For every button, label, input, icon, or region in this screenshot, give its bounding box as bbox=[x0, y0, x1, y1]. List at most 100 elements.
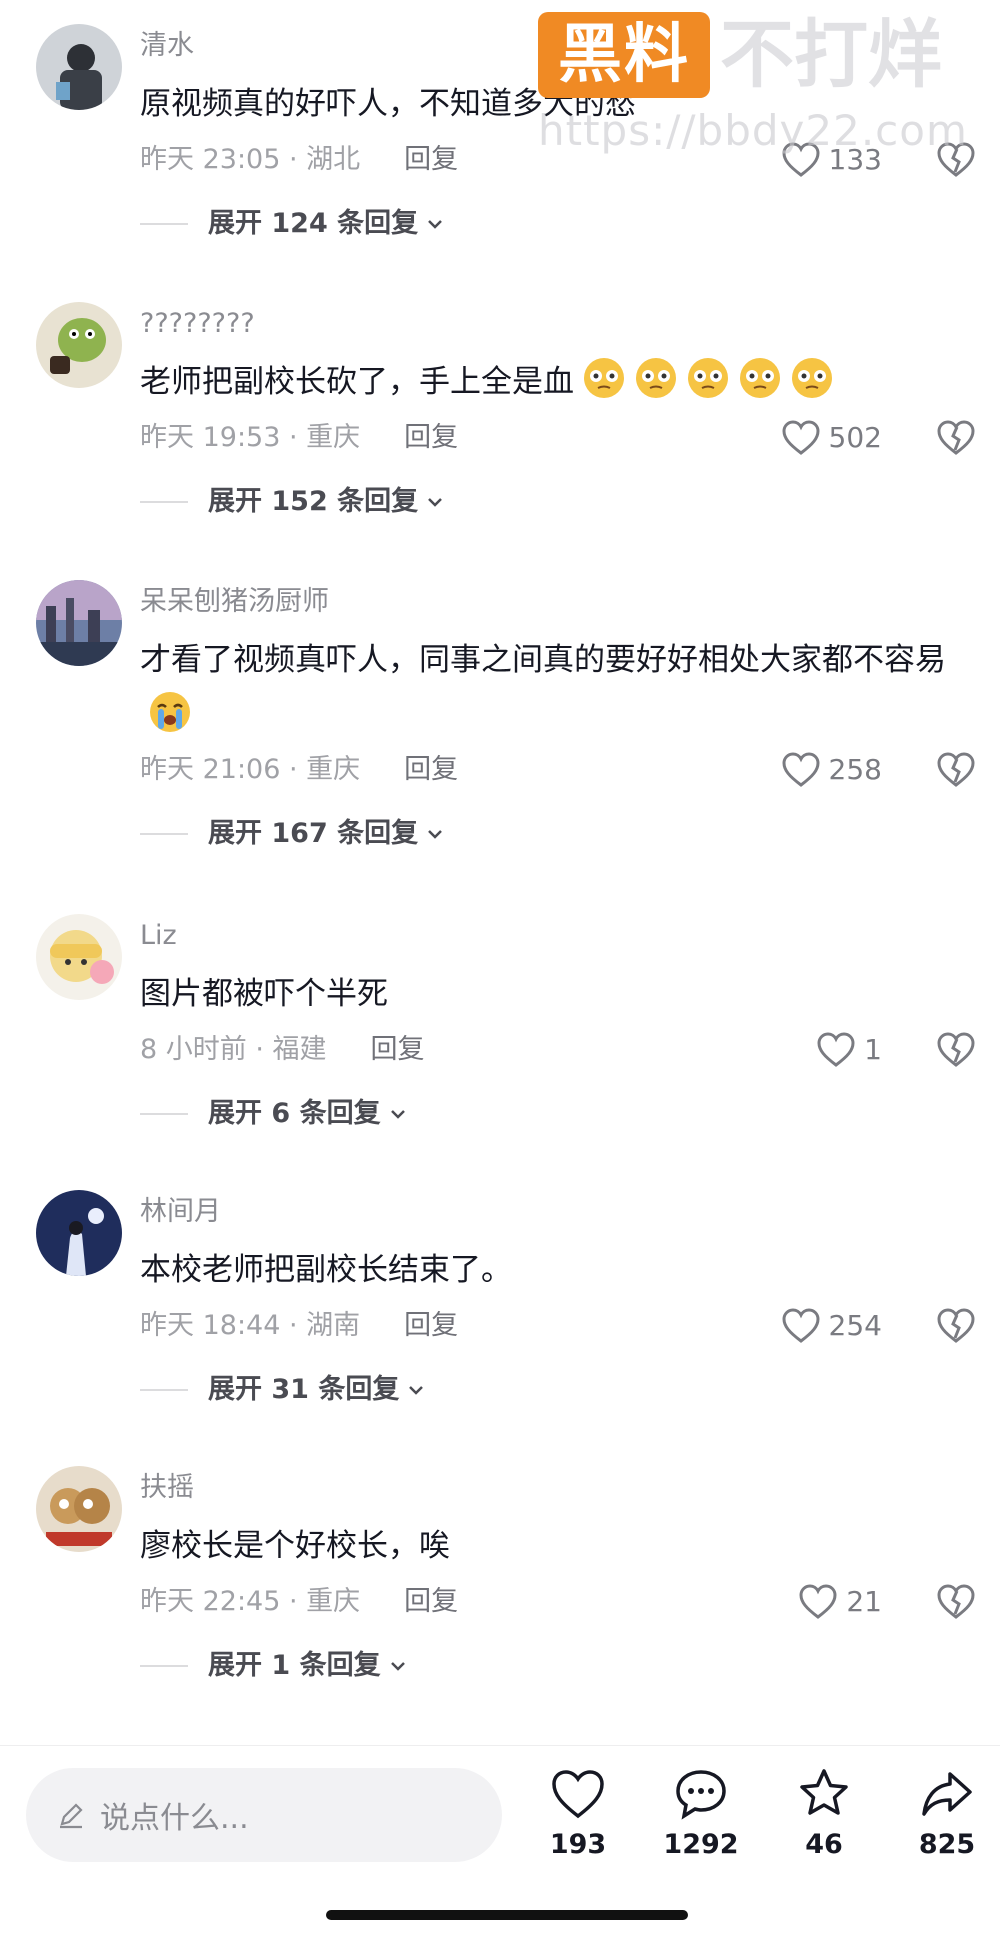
comment-author[interactable]: 呆呆刨猪汤厨师 bbox=[140, 584, 329, 620]
chevron-down-icon bbox=[390, 1110, 405, 1119]
expand-replies[interactable]: 展开 124 条回复 bbox=[140, 204, 446, 244]
like-count: 502 bbox=[828, 421, 882, 454]
watermark-url: https://bbdy22.com bbox=[538, 106, 968, 155]
like-button[interactable]: 254 bbox=[781, 1306, 882, 1346]
expand-replies[interactable]: 展开 6 条回复 bbox=[140, 1094, 409, 1134]
expand-replies[interactable]: 展开 167 条回复 bbox=[140, 814, 446, 854]
reply-button[interactable]: 回复 bbox=[404, 754, 458, 785]
flushed-face-icon bbox=[740, 358, 780, 398]
chevron-down-icon bbox=[428, 498, 443, 507]
divider-line bbox=[140, 501, 188, 503]
expand-replies[interactable]: 展开 1 条回复 bbox=[140, 1646, 409, 1686]
divider-line bbox=[140, 833, 188, 835]
comment-input[interactable]: 说点什么... bbox=[26, 1768, 502, 1862]
comment-meta: 昨天 23:05 · 湖北 回复 bbox=[140, 140, 458, 180]
reply-button[interactable]: 回复 bbox=[371, 1034, 425, 1065]
video-like-count: 193 bbox=[549, 1829, 607, 1860]
broken-heart-icon[interactable] bbox=[936, 1582, 976, 1622]
avatar[interactable] bbox=[36, 302, 122, 388]
comment-time: 昨天 23:05 · 湖北 bbox=[140, 144, 361, 175]
like-button[interactable]: 502 bbox=[781, 418, 882, 458]
comment-text: 图片都被吓个半死 bbox=[140, 976, 388, 1012]
comment-item: Liz 图片都被吓个半死 8 小时前 · 福建 回复 1 展开 6 条回复 bbox=[0, 914, 1000, 1144]
divider-line bbox=[140, 1389, 188, 1391]
heart-icon bbox=[782, 752, 820, 787]
video-like-button[interactable]: 193 bbox=[528, 1766, 628, 1862]
expand-replies[interactable]: 展开 31 条回复 bbox=[140, 1370, 427, 1410]
comment-item: 呆呆刨猪汤厨师 才看了视频真吓人，同事之间真的要好好相处大家都不容易 昨天 21… bbox=[0, 580, 1000, 870]
favorite-button[interactable]: 46 bbox=[774, 1766, 874, 1862]
broken-heart-icon[interactable] bbox=[936, 750, 976, 790]
comment-bubble-icon bbox=[676, 1770, 726, 1820]
comment-text: 老师把副校长砍了，手上全是血 bbox=[140, 354, 960, 410]
comment-author[interactable]: Liz bbox=[140, 918, 177, 954]
favorite-count: 46 bbox=[805, 1829, 843, 1860]
share-button[interactable]: 825 bbox=[897, 1766, 997, 1862]
home-indicator[interactable] bbox=[326, 1910, 688, 1920]
divider-line bbox=[140, 1113, 188, 1115]
comment-time: 昨天 19:53 · 重庆 bbox=[140, 422, 361, 453]
like-count: 258 bbox=[828, 753, 882, 786]
comment-author[interactable]: 林间月 bbox=[140, 1194, 221, 1230]
comments-count: 1292 bbox=[663, 1829, 739, 1860]
avatar[interactable] bbox=[36, 24, 122, 110]
comment-author[interactable]: ???????? bbox=[140, 306, 255, 342]
heart-icon bbox=[782, 1308, 820, 1343]
pencil-icon bbox=[60, 1803, 83, 1829]
broken-heart-icon[interactable] bbox=[936, 1306, 976, 1346]
like-button[interactable]: 1 bbox=[816, 1030, 882, 1070]
comment-meta: 昨天 19:53 · 重庆 回复 bbox=[140, 418, 458, 458]
star-icon bbox=[800, 1769, 848, 1815]
share-arrow-icon bbox=[922, 1772, 972, 1816]
avatar[interactable] bbox=[36, 580, 122, 666]
like-count: 254 bbox=[828, 1309, 882, 1342]
avatar[interactable] bbox=[36, 914, 122, 1000]
reply-button[interactable]: 回复 bbox=[404, 1586, 458, 1617]
like-button[interactable]: 258 bbox=[781, 750, 882, 790]
comment-text-content: 才看了视频真吓人，同事之间真的要好好相处大家都不容易 bbox=[140, 642, 946, 678]
emoji-group bbox=[582, 358, 842, 400]
divider-line bbox=[140, 223, 188, 225]
watermark-text: 不打烊 bbox=[720, 12, 942, 98]
comment-item: ???????? 老师把副校长砍了，手上全是血 昨天 19:53 · 重庆 回复 … bbox=[0, 302, 1000, 532]
comment-time: 8 小时前 · 福建 bbox=[140, 1034, 327, 1065]
heart-icon bbox=[782, 420, 820, 455]
reply-button[interactable]: 回复 bbox=[404, 422, 458, 453]
flushed-face-icon bbox=[584, 358, 624, 398]
comment-meta: 昨天 18:44 · 湖南 回复 bbox=[140, 1306, 458, 1346]
comment-text: 才看了视频真吓人，同事之间真的要好好相处大家都不容易 bbox=[140, 632, 960, 744]
comment-meta: 8 小时前 · 福建 回复 bbox=[140, 1030, 425, 1070]
expand-label: 展开 124 条回复 bbox=[208, 208, 419, 239]
reply-button[interactable]: 回复 bbox=[404, 144, 458, 175]
expand-label: 展开 167 条回复 bbox=[208, 818, 419, 849]
comment-author[interactable]: 扶摇 bbox=[140, 1470, 194, 1506]
like-count: 1 bbox=[864, 1033, 882, 1066]
expand-label: 展开 152 条回复 bbox=[208, 486, 419, 517]
comment-text-content: 老师把副校长砍了，手上全是血 bbox=[140, 364, 574, 400]
chevron-down-icon bbox=[409, 1386, 424, 1395]
flushed-face-icon bbox=[688, 358, 728, 398]
flushed-face-icon bbox=[792, 358, 832, 398]
comment-time: 昨天 22:45 · 重庆 bbox=[140, 1586, 361, 1617]
comment-author[interactable]: 清水 bbox=[140, 28, 194, 64]
expand-replies[interactable]: 展开 152 条回复 bbox=[140, 482, 446, 522]
comment-meta: 昨天 21:06 · 重庆 回复 bbox=[140, 750, 458, 790]
broken-heart-icon[interactable] bbox=[936, 1030, 976, 1070]
comment-meta: 昨天 22:45 · 重庆 回复 bbox=[140, 1582, 458, 1622]
comments-button[interactable]: 1292 bbox=[651, 1766, 751, 1862]
like-button[interactable]: 21 bbox=[798, 1582, 882, 1622]
chevron-down-icon bbox=[390, 1662, 405, 1671]
avatar[interactable] bbox=[36, 1466, 122, 1552]
expand-label: 展开 31 条回复 bbox=[208, 1374, 400, 1405]
avatar[interactable] bbox=[36, 1190, 122, 1276]
heart-icon bbox=[552, 1770, 604, 1819]
comment-text: 廖校长是个好校长，唉 bbox=[140, 1528, 450, 1564]
comment-text: 本校老师把副校长结束了。 bbox=[140, 1252, 512, 1288]
reply-button[interactable]: 回复 bbox=[404, 1310, 458, 1341]
watermark: 黑料 不打烊 https://bbdy22.com bbox=[538, 10, 1000, 160]
heart-icon bbox=[799, 1584, 837, 1619]
broken-heart-icon[interactable] bbox=[936, 418, 976, 458]
heart-icon bbox=[817, 1032, 855, 1067]
comment-input-placeholder: 说点什么... bbox=[100, 1801, 249, 1836]
comment-time: 昨天 18:44 · 湖南 bbox=[140, 1310, 361, 1341]
